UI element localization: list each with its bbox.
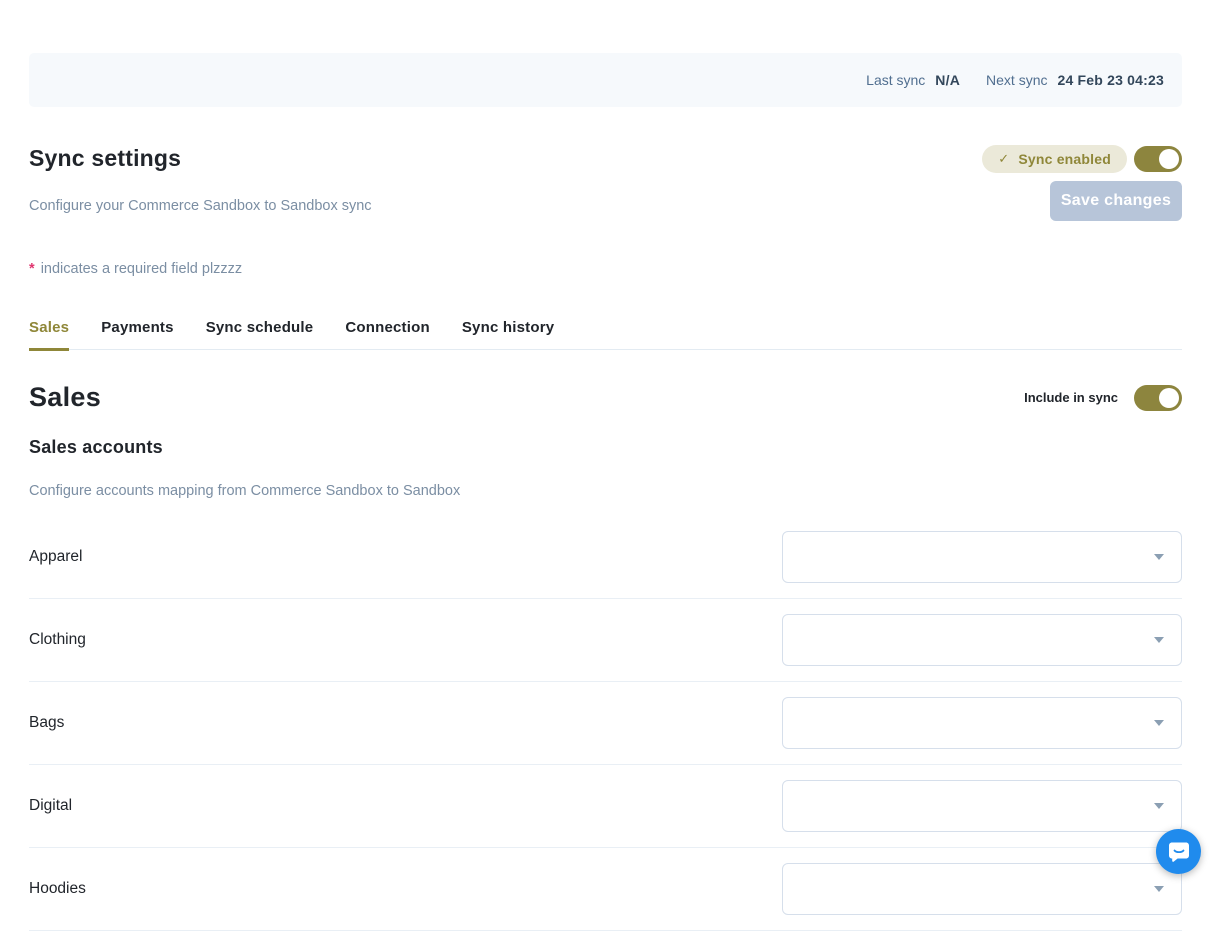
mapping-row-label: Bags bbox=[29, 714, 64, 732]
accounts-mapping-list: Apparel Clothing Bags bbox=[29, 516, 1182, 931]
sync-status-bar: Last sync N/A Next sync 24 Feb 23 04:23 bbox=[29, 53, 1182, 107]
sync-enabled-badge: ✓ Sync enabled bbox=[982, 145, 1127, 173]
tab-sales[interactable]: Sales bbox=[29, 319, 69, 351]
required-note-text: indicates a required field plzzzz bbox=[41, 261, 243, 277]
check-icon: ✓ bbox=[998, 151, 1009, 167]
chevron-down-icon bbox=[1154, 554, 1164, 560]
sync-enabled-controls: ✓ Sync enabled bbox=[982, 145, 1182, 173]
page-header-left: Sync settings Configure your Commerce Sa… bbox=[29, 145, 372, 221]
account-select[interactable] bbox=[782, 863, 1182, 915]
next-sync-value: 24 Feb 23 04:23 bbox=[1057, 72, 1164, 88]
mapping-row-clothing: Clothing bbox=[29, 599, 1182, 682]
required-field-note: * indicates a required field plzzzz bbox=[29, 261, 1182, 277]
sales-accounts-subtitle: Configure accounts mapping from Commerce… bbox=[29, 483, 1182, 499]
sync-settings-page: Last sync N/A Next sync 24 Feb 23 04:23 … bbox=[0, 0, 1215, 931]
mapping-row-digital: Digital bbox=[29, 765, 1182, 848]
last-sync-value: N/A bbox=[935, 72, 960, 88]
account-select[interactable] bbox=[782, 614, 1182, 666]
mapping-row-label: Apparel bbox=[29, 548, 82, 566]
tab-sync-history[interactable]: Sync history bbox=[462, 319, 554, 351]
mapping-row-label: Clothing bbox=[29, 631, 86, 649]
chevron-down-icon bbox=[1154, 720, 1164, 726]
mapping-row-label: Digital bbox=[29, 797, 72, 815]
tab-payments[interactable]: Payments bbox=[101, 319, 173, 351]
chat-bubble-icon bbox=[1167, 840, 1191, 864]
chat-launcher-button[interactable] bbox=[1156, 829, 1201, 874]
mapping-row-label: Hoodies bbox=[29, 880, 86, 898]
chevron-down-icon bbox=[1154, 637, 1164, 643]
save-changes-button[interactable]: Save changes bbox=[1050, 181, 1182, 221]
include-in-sync-controls: Include in sync bbox=[1024, 385, 1182, 411]
mapping-row-hoodies: Hoodies bbox=[29, 848, 1182, 931]
tab-connection[interactable]: Connection bbox=[345, 319, 430, 351]
next-sync-label: Next sync bbox=[986, 72, 1047, 88]
page-subtitle: Configure your Commerce Sandbox to Sandb… bbox=[29, 198, 372, 214]
account-select[interactable] bbox=[782, 780, 1182, 832]
chevron-down-icon bbox=[1154, 803, 1164, 809]
settings-tabs: Sales Payments Sync schedule Connection … bbox=[29, 319, 1182, 350]
sync-enabled-badge-label: Sync enabled bbox=[1018, 151, 1111, 167]
mapping-row-bags: Bags bbox=[29, 682, 1182, 765]
last-sync-label: Last sync bbox=[866, 72, 925, 88]
required-asterisk: * bbox=[29, 261, 35, 277]
page-header: Sync settings Configure your Commerce Sa… bbox=[29, 145, 1182, 221]
account-select[interactable] bbox=[782, 531, 1182, 583]
chevron-down-icon bbox=[1154, 886, 1164, 892]
include-in-sync-toggle[interactable] bbox=[1134, 385, 1182, 411]
account-select[interactable] bbox=[782, 697, 1182, 749]
tab-sync-schedule[interactable]: Sync schedule bbox=[206, 319, 314, 351]
page-header-right: ✓ Sync enabled Save changes bbox=[982, 145, 1182, 221]
sync-enabled-toggle[interactable] bbox=[1134, 146, 1182, 172]
sales-section-title: Sales bbox=[29, 382, 101, 413]
page-title: Sync settings bbox=[29, 145, 372, 172]
sales-accounts-title: Sales accounts bbox=[29, 437, 1182, 458]
mapping-row-apparel: Apparel bbox=[29, 516, 1182, 599]
sales-section-header: Sales Include in sync bbox=[29, 382, 1182, 413]
include-in-sync-label: Include in sync bbox=[1024, 390, 1118, 405]
